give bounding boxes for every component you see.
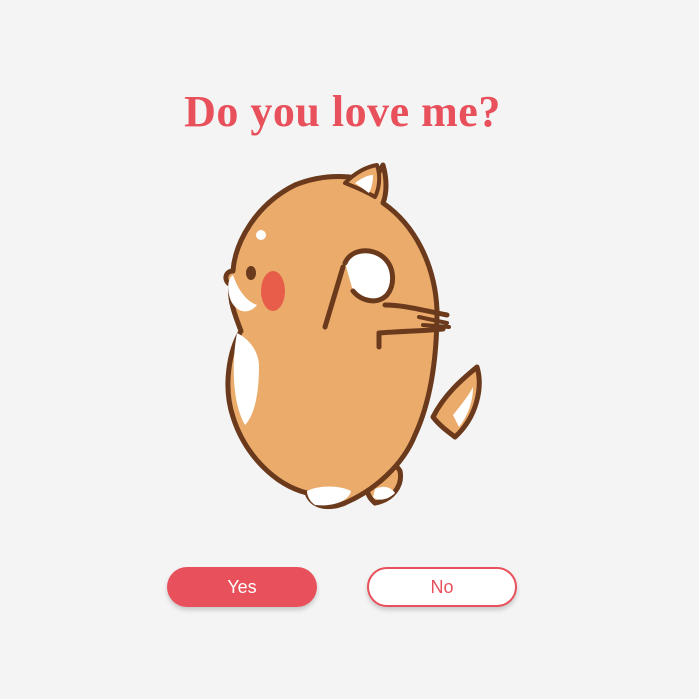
page-title: Do you love me?: [184, 87, 501, 136]
dog-eye: [246, 266, 256, 280]
dog-tail: [430, 364, 482, 440]
shiba-dog-icon: [223, 162, 482, 510]
yes-button[interactable]: Yes: [167, 567, 317, 607]
dog-body: [223, 162, 440, 510]
dog-head-highlight: [256, 230, 266, 240]
dog-cheek: [261, 271, 285, 311]
no-button[interactable]: No: [367, 567, 517, 607]
